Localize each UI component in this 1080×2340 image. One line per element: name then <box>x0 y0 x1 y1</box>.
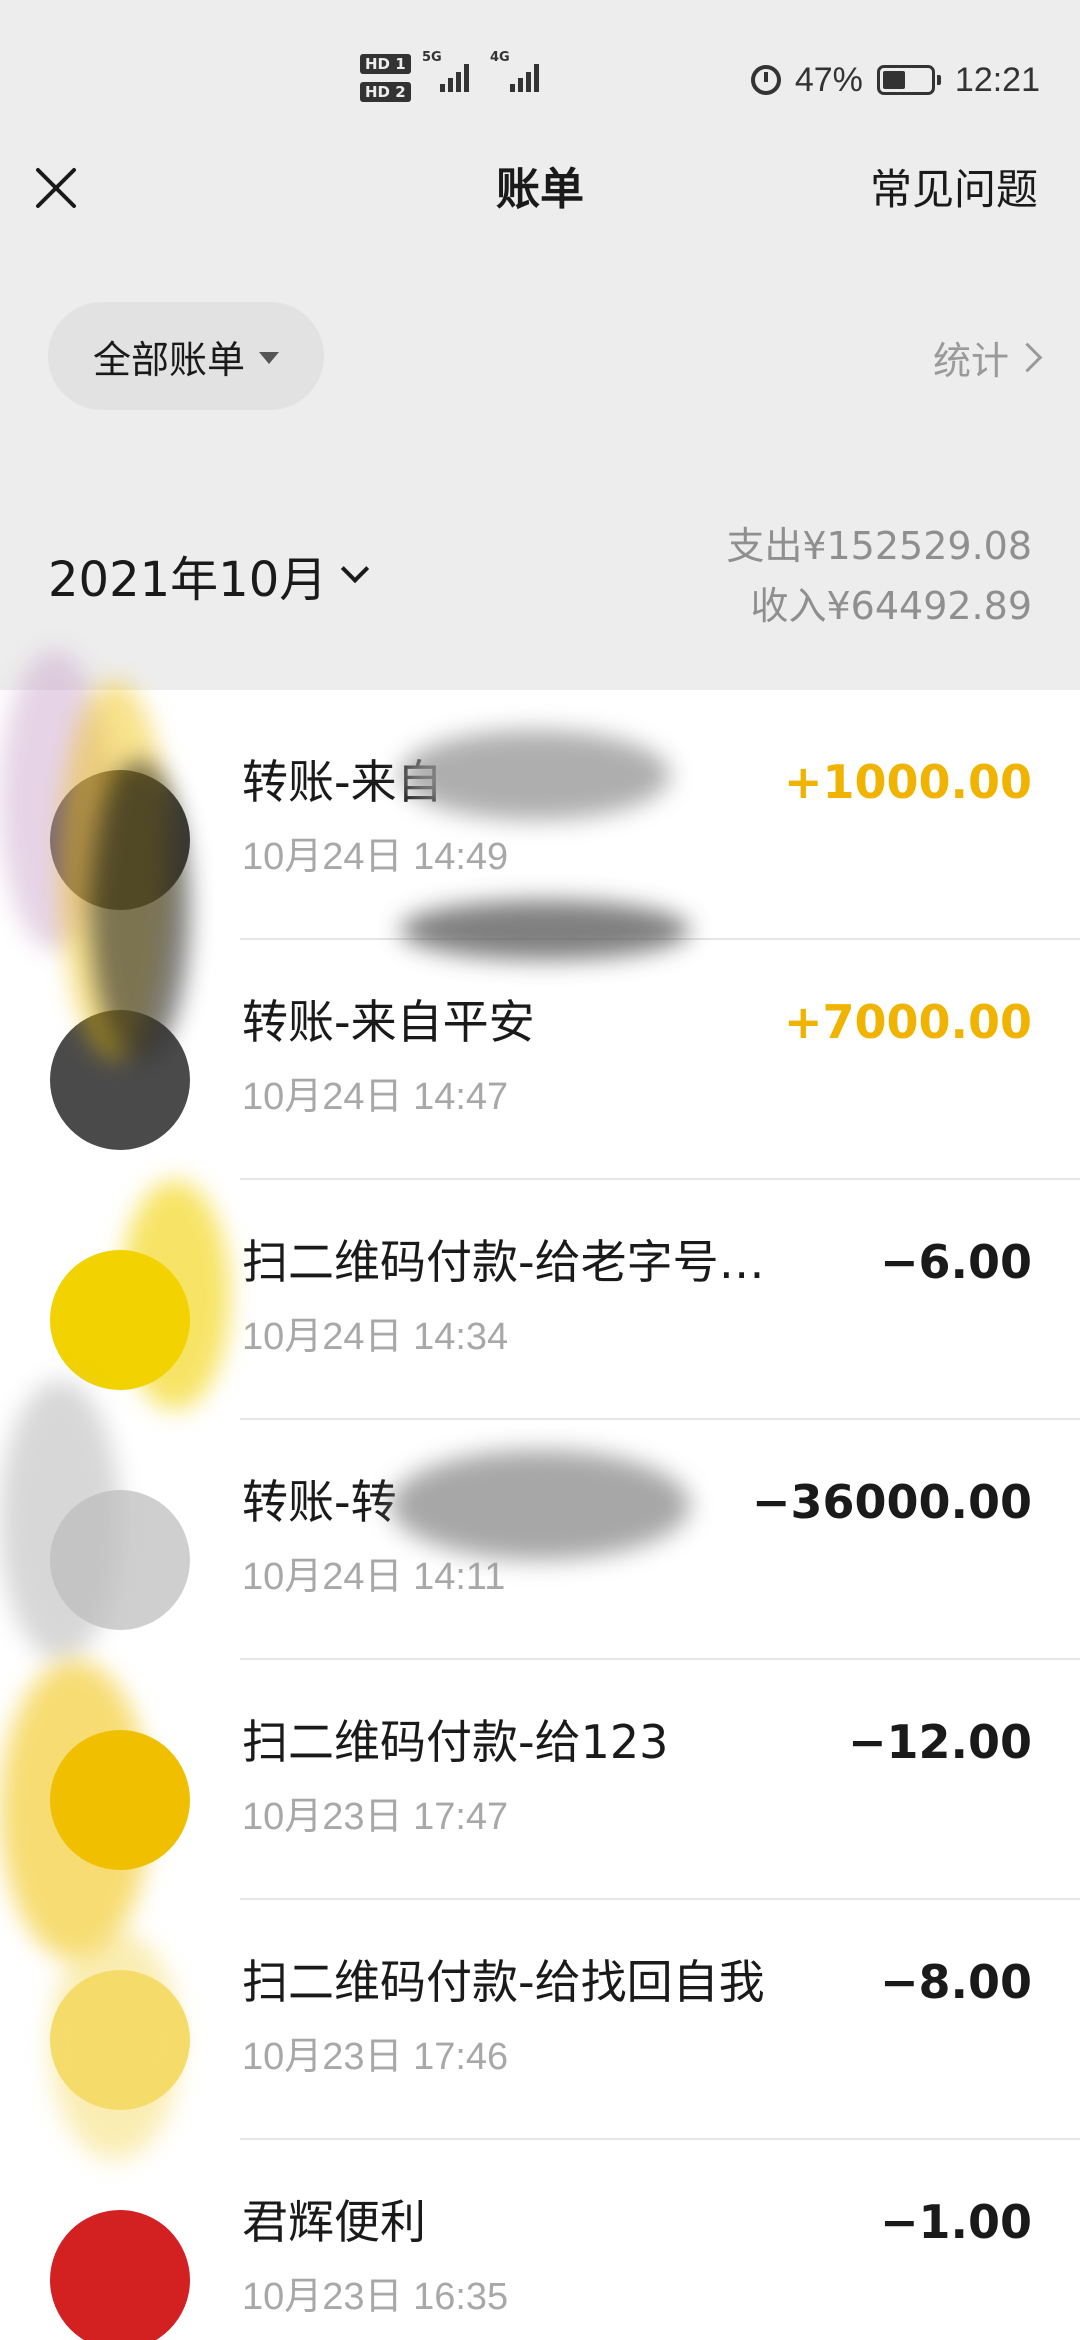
transaction-time: 10月23日 17:47 <box>242 1796 509 1838</box>
faq-link[interactable]: 常见问题 <box>870 160 1038 220</box>
status-right: 47% 12:21 <box>750 60 1040 100</box>
battery-percent: 47% <box>794 60 863 99</box>
transaction-list: 转账-来自 10月24日 14:49 +1000.00 转账-来自平安 10月2… <box>0 700 1080 2340</box>
transaction-title: 转账-来自平安 <box>242 995 535 1049</box>
chevron-down-icon <box>341 554 370 584</box>
transaction-amount: −36000.00 <box>751 1475 1032 1529</box>
avatar <box>50 770 190 910</box>
transaction-title: 扫二维码付款-给老字号… <box>242 1235 765 1289</box>
bill-page: HD 1 HD 2 5G 4G 47% 12:21 账单 常见问题 全部账单 统… <box>0 0 1080 2340</box>
transaction-row[interactable]: 转账-来自 10月24日 14:49 +1000.00 <box>0 700 1080 940</box>
alarm-icon <box>750 65 781 95</box>
transaction-time: 10月23日 16:35 <box>242 2276 509 2318</box>
avatar <box>50 1250 190 1390</box>
transaction-title: 君辉便利 <box>242 2195 426 2249</box>
transaction-amount: +7000.00 <box>783 995 1032 1049</box>
avatar <box>50 2210 190 2340</box>
avatar <box>50 1970 190 2110</box>
transaction-row[interactable]: 扫二维码付款-给找回自我 10月23日 17:46 −8.00 <box>0 1900 1080 2140</box>
transaction-time: 10月24日 14:47 <box>242 1076 509 1118</box>
expense-total: 支出¥152529.08 <box>726 524 1032 568</box>
transaction-row[interactable]: 扫二维码付款-给老字号… 10月24日 14:34 −6.00 <box>0 1180 1080 1420</box>
stats-label: 统计 <box>932 339 1009 383</box>
net2-label: 4G <box>490 50 510 65</box>
filter-label: 全部账单 <box>92 337 245 382</box>
income-total: 收入¥64492.89 <box>750 584 1033 628</box>
avatar <box>50 1730 190 1870</box>
sim-indicators: HD 1 HD 2 5G 4G <box>360 48 560 108</box>
net1-label: 5G <box>422 50 442 65</box>
battery-icon <box>876 65 941 95</box>
status-bar: HD 1 HD 2 5G 4G 47% 12:21 <box>0 40 1080 120</box>
avatar <box>50 1490 190 1630</box>
transaction-title: 扫二维码付款-给123 <box>242 1715 669 1769</box>
signal-icon <box>440 58 469 92</box>
avatar <box>50 1010 190 1150</box>
transaction-time: 10月24日 14:11 <box>242 1556 506 1598</box>
month-label: 2021年10月 <box>48 552 328 608</box>
hd2-badge: HD 2 <box>360 82 411 102</box>
transaction-amount: −6.00 <box>879 1235 1032 1289</box>
header-area: HD 1 HD 2 5G 4G 47% 12:21 账单 常见问题 全部账单 统… <box>0 0 1080 690</box>
transaction-row[interactable]: 扫二维码付款-给123 10月23日 17:47 −12.00 <box>0 1660 1080 1900</box>
month-summary: 支出¥152529.08 收入¥64492.89 <box>726 516 1032 636</box>
transaction-amount: −8.00 <box>879 1955 1032 2009</box>
transaction-time: 10月23日 17:46 <box>242 2036 509 2078</box>
transaction-title: 扫二维码付款-给找回自我 <box>242 1955 765 2009</box>
hd1-badge: HD 1 <box>360 54 411 74</box>
transaction-title: 转账-来自 <box>242 755 443 809</box>
stats-link[interactable]: 统计 <box>932 330 1043 385</box>
transaction-amount: −12.00 <box>847 1715 1032 1769</box>
chevron-right-icon <box>1012 342 1043 373</box>
transaction-amount: +1000.00 <box>783 755 1032 809</box>
transaction-row[interactable]: 转账-来自平安 10月24日 14:47 +7000.00 <box>0 940 1080 1180</box>
status-time: 12:21 <box>954 60 1040 99</box>
transaction-time: 10月24日 14:34 <box>242 1316 509 1358</box>
caret-down-icon <box>259 352 279 364</box>
month-selector[interactable]: 2021年10月 <box>48 540 370 610</box>
bill-filter-dropdown[interactable]: 全部账单 <box>48 302 324 410</box>
transaction-time: 10月24日 14:49 <box>242 836 509 878</box>
transaction-row[interactable]: 君辉便利 10月23日 16:35 −1.00 <box>0 2140 1080 2340</box>
signal-icon-2 <box>510 58 539 92</box>
transaction-row[interactable]: 转账-转 10月24日 14:11 −36000.00 <box>0 1420 1080 1660</box>
transaction-amount: −1.00 <box>879 2195 1032 2249</box>
